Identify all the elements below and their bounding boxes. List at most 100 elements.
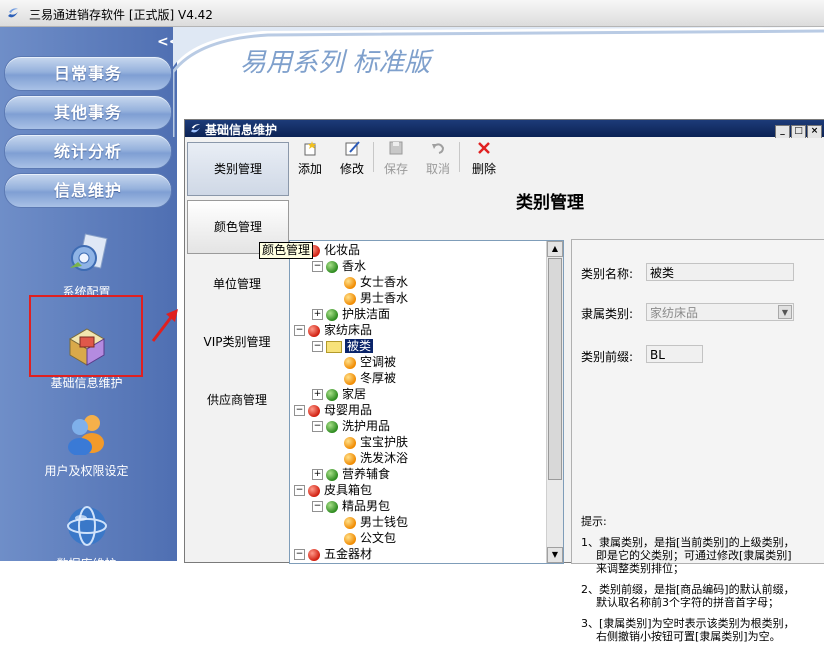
expand-node-icon[interactable]: + bbox=[312, 309, 323, 320]
tree-node[interactable]: 洗发沐浴 bbox=[330, 450, 408, 466]
tip-line: 默认取名称前3个字符的拼音首字母； bbox=[596, 596, 779, 609]
prefix-field[interactable]: BL bbox=[646, 345, 703, 363]
tab-unit[interactable]: 单位管理 bbox=[187, 258, 287, 310]
edit-button[interactable]: 修改 bbox=[335, 140, 369, 177]
folder-open-icon bbox=[326, 340, 342, 353]
tab-supplier[interactable]: 供应商管理 bbox=[187, 374, 287, 426]
tab-category[interactable]: 类别管理 bbox=[187, 142, 289, 196]
tree-node-label: 公文包 bbox=[360, 531, 397, 545]
tip-item: 2、类别前缀，是指[商品编码]的默认前缀， 默认取名称前3个字符的拼音首字母； bbox=[581, 583, 821, 609]
tree-node[interactable]: − 五金器材 bbox=[294, 546, 372, 562]
tree-node-label: 香水 bbox=[342, 259, 367, 273]
tree-node-label: 化妆品 bbox=[324, 243, 361, 257]
collapse-node-icon[interactable]: − bbox=[312, 341, 323, 352]
nav-statistics[interactable]: 统计分析 bbox=[4, 134, 172, 169]
collapse-node-icon[interactable]: − bbox=[312, 261, 323, 272]
toolbar-separator bbox=[373, 142, 374, 172]
side-tabs: 类别管理 颜色管理 单位管理 VIP类别管理 供应商管理 bbox=[185, 138, 289, 562]
collapse-node-icon[interactable]: − bbox=[294, 549, 305, 560]
dropdown-arrow-icon[interactable]: ▼ bbox=[778, 305, 792, 319]
tab-vip-category[interactable]: VIP类别管理 bbox=[187, 316, 287, 368]
tree-node[interactable]: 女士香水 bbox=[330, 274, 408, 290]
category-tree[interactable]: −化妆品−香水女士香水男士香水+护肤洁面−家纺床品−被类空调被冬厚被+家居−母婴… bbox=[289, 240, 564, 564]
edit-label: 修改 bbox=[339, 162, 364, 176]
orange-ball-icon bbox=[344, 292, 356, 305]
tree-node-label: 被类 bbox=[345, 339, 374, 353]
tree-node[interactable]: − 被类 bbox=[312, 338, 374, 354]
save-label: 保存 bbox=[383, 162, 408, 176]
add-icon bbox=[304, 141, 316, 156]
tip-line: 即是它的父类别；可通过修改[隶属类别] bbox=[596, 549, 792, 562]
tree-node[interactable]: + 家居 bbox=[312, 386, 366, 402]
maximize-button[interactable]: □ bbox=[791, 125, 806, 139]
toolbar: 添加 修改 保存 取消 删除 bbox=[289, 138, 824, 176]
user-permissions-label: 用户及权限设定 bbox=[44, 464, 129, 478]
tree-node-label: 冬厚被 bbox=[360, 371, 397, 385]
nav-daily-affairs[interactable]: 日常事务 bbox=[4, 56, 172, 91]
child-window-title-bar: 基础信息维护 _ □ × bbox=[185, 120, 824, 139]
name-label: 类别名称: bbox=[581, 267, 634, 281]
parent-select[interactable]: 家纺床品 ▼ bbox=[646, 303, 794, 321]
collapse-node-icon[interactable]: − bbox=[294, 405, 305, 416]
nav-user-permissions[interactable]: 用户及权限设定 bbox=[0, 411, 173, 479]
tree-node-label: 精品男包 bbox=[342, 499, 391, 513]
red-ball-icon bbox=[308, 324, 320, 337]
tree-node[interactable]: − 精品男包 bbox=[312, 498, 390, 514]
collapse-node-icon[interactable]: − bbox=[294, 485, 305, 496]
cancel-button[interactable]: 取消 bbox=[421, 140, 455, 177]
scroll-up-arrow-icon[interactable]: ▲ bbox=[547, 241, 563, 257]
green-ball-icon bbox=[326, 468, 338, 481]
tree-node[interactable]: + 营养辅食 bbox=[312, 466, 390, 482]
expand-node-icon[interactable]: + bbox=[312, 469, 323, 480]
close-button[interactable]: × bbox=[807, 125, 822, 139]
tree-node-label: 空调被 bbox=[360, 355, 397, 369]
nav-info-maintenance[interactable]: 信息维护 bbox=[4, 173, 172, 208]
tree-node[interactable]: − 皮具箱包 bbox=[294, 482, 372, 498]
tree-node[interactable]: − 母婴用品 bbox=[294, 402, 372, 418]
name-field[interactable]: 被类 bbox=[646, 263, 794, 281]
app-title-bar: 三易通进销存软件 [正式版] V4.42 bbox=[0, 0, 824, 27]
tree-node[interactable]: 冬厚被 bbox=[330, 370, 396, 386]
tree-node[interactable]: 男士钱包 bbox=[330, 514, 408, 530]
orange-ball-icon bbox=[344, 532, 356, 545]
green-ball-icon bbox=[326, 500, 338, 513]
delete-button[interactable]: 删除 bbox=[467, 140, 501, 177]
users-icon bbox=[67, 415, 104, 456]
tree-node[interactable]: + 护肤洁面 bbox=[312, 306, 390, 322]
tips-text: 提示: 1、隶属类别，是指[当前类别]的上级类别， 即是它的父类别；可通过修改[隶… bbox=[581, 515, 821, 651]
tree-scrollbar[interactable]: ▲ ▼ bbox=[546, 241, 563, 563]
tree-node[interactable]: − 香水 bbox=[312, 258, 366, 274]
tree-node[interactable]: − 洗护用品 bbox=[312, 418, 390, 434]
tip-line: 1、隶属类别，是指[当前类别]的上级类别， bbox=[581, 536, 795, 549]
scroll-thumb[interactable] bbox=[548, 258, 562, 480]
collapse-node-icon[interactable]: − bbox=[312, 421, 323, 432]
green-ball-icon bbox=[326, 388, 338, 401]
left-navigation: << 日常事务 其他事务 统计分析 信息维护 系统配置 基础信息维护 用户及权限… bbox=[0, 27, 180, 571]
tree-node[interactable]: − 家纺床品 bbox=[294, 322, 372, 338]
save-button[interactable]: 保存 bbox=[379, 140, 413, 177]
tip-line: 3、[隶属类别]为空时表示该类别为根类别， bbox=[581, 617, 795, 630]
tree-node[interactable]: 宝宝护肤 bbox=[330, 434, 408, 450]
annotation-arrow bbox=[151, 309, 178, 342]
nav-other-affairs[interactable]: 其他事务 bbox=[4, 95, 172, 130]
tree-node[interactable]: 男士香水 bbox=[330, 290, 408, 306]
tree-node-label: 母婴用品 bbox=[324, 403, 373, 417]
nav-system-config[interactable]: 系统配置 bbox=[0, 232, 173, 300]
minimize-button[interactable]: _ bbox=[775, 125, 790, 139]
collapse-node-icon[interactable]: − bbox=[294, 325, 305, 336]
category-form-panel: 类别名称: 被类 隶属类别: 家纺床品 ▼ 类别前缀: BL 提示: 1、隶属类… bbox=[571, 239, 824, 643]
nav-database[interactable]: 数据库维护 bbox=[0, 504, 173, 572]
tree-node[interactable]: 公文包 bbox=[330, 530, 396, 546]
green-ball-icon bbox=[326, 260, 338, 273]
tip-line: 来调整类别排位； bbox=[596, 562, 684, 575]
orange-ball-icon bbox=[344, 452, 356, 465]
add-button[interactable]: 添加 bbox=[293, 140, 327, 177]
tree-node-label: 宝宝护肤 bbox=[360, 435, 409, 449]
collapse-node-icon[interactable]: − bbox=[312, 501, 323, 512]
page-heading: 类别管理 bbox=[516, 193, 584, 213]
tree-node[interactable]: 空调被 bbox=[330, 354, 396, 370]
orange-ball-icon bbox=[344, 516, 356, 529]
tree-node-label: 营养辅食 bbox=[342, 467, 391, 481]
expand-node-icon[interactable]: + bbox=[312, 389, 323, 400]
tree-node-label: 家纺床品 bbox=[324, 323, 373, 337]
